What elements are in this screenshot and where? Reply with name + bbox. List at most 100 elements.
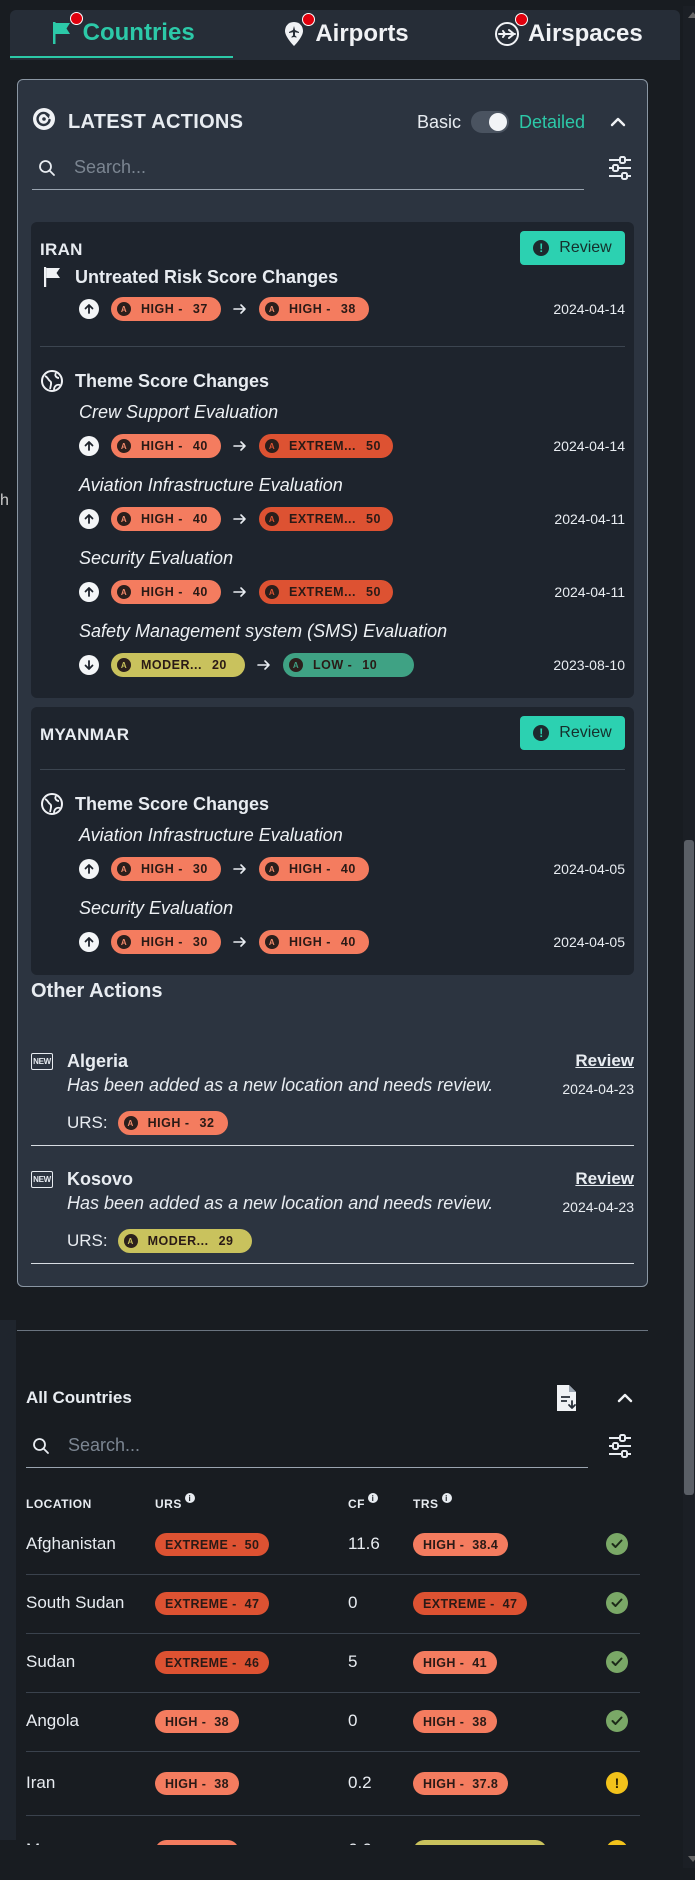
untreated-risk-section-header: Untreated Risk Score Changes xyxy=(41,266,338,288)
all-countries-search-input[interactable] xyxy=(68,1435,548,1456)
table-row[interactable]: Angola HIGH -38 0 HIGH -38 xyxy=(26,1693,640,1752)
latest-actions-search-input[interactable] xyxy=(74,157,554,178)
collapse-latest-actions-button[interactable] xyxy=(603,107,633,137)
row-location: Angola xyxy=(26,1711,79,1730)
a-badge-icon: A xyxy=(123,1234,138,1248)
arrow-right-icon xyxy=(233,863,247,875)
table-row[interactable]: Sudan EXTREME -46 5 HIGH -41 xyxy=(26,1634,640,1693)
review-button[interactable]: ! Review xyxy=(520,231,625,265)
urs-pill: HIGH -38 xyxy=(155,1710,240,1733)
score-change-row: A HIGH -40 A EXTREM... 50 2024-04-14 xyxy=(79,433,625,459)
all-countries-search-row xyxy=(26,1424,636,1468)
arrow-up-icon xyxy=(79,299,99,319)
review-button-label: Review xyxy=(559,724,612,741)
globe-icon xyxy=(41,793,63,815)
score-change-row: A HIGH -30 A HIGH -40 2024-04-05 xyxy=(79,856,625,882)
scrollbar-thumb[interactable] xyxy=(684,840,694,1495)
offscreen-text-fragment: h xyxy=(0,492,9,509)
a-badge-icon: A xyxy=(117,658,131,672)
column-header-location[interactable]: LOCATION xyxy=(26,1497,92,1511)
evaluation-name: Security Evaluation xyxy=(79,898,234,918)
trs-pill: HIGH -38.4 xyxy=(413,1533,509,1556)
scroll-down-arrow-icon[interactable] xyxy=(688,1856,695,1862)
arrow-right-icon xyxy=(233,586,247,598)
a-badge-icon: A xyxy=(289,658,303,672)
review-link[interactable]: Review xyxy=(575,1051,634,1071)
toggle-label-basic[interactable]: Basic xyxy=(417,112,461,133)
risk-level-pill: A MODER... 20 xyxy=(111,653,245,677)
a-badge-icon: A xyxy=(117,585,131,599)
evaluation-name: Safety Management system (SMS) Evaluatio… xyxy=(79,621,448,641)
a-badge-icon: A xyxy=(117,935,131,949)
info-icon[interactable]: i xyxy=(368,1493,378,1503)
info-icon[interactable]: i xyxy=(441,1493,452,1503)
table-row[interactable]: Afghanistan EXTREME -50 11.6 HIGH -38.4 xyxy=(26,1516,640,1575)
collapse-all-countries-button[interactable] xyxy=(610,1383,640,1413)
export-file-button[interactable] xyxy=(552,1383,582,1413)
latest-actions-filter-button[interactable] xyxy=(604,152,636,184)
review-button-label: Review xyxy=(559,239,612,256)
new-badge-icon: NEW xyxy=(31,1053,53,1070)
arrow-right-icon xyxy=(233,440,247,452)
score-change-row: A MODER... 20 A LOW -10 2023-08-10 xyxy=(79,652,625,678)
review-button[interactable]: ! Review xyxy=(520,716,625,750)
review-link[interactable]: Review xyxy=(575,1169,634,1189)
column-header-urs[interactable]: URS i xyxy=(155,1493,195,1511)
check-circle-icon xyxy=(606,1651,628,1673)
risk-level-pill: A HIGH -40 xyxy=(111,580,221,604)
tab-airspaces[interactable]: Airspaces xyxy=(457,10,680,58)
arrow-right-icon xyxy=(257,659,271,671)
change-date: 2024-04-05 xyxy=(553,934,625,950)
scroll-up-arrow-icon[interactable] xyxy=(688,12,695,18)
a-badge-icon: A xyxy=(117,862,131,876)
tab-countries[interactable]: Countries xyxy=(10,10,234,58)
toggle-label-detailed[interactable]: Detailed xyxy=(519,112,585,133)
score-change-row: A HIGH -40 A EXTREM... 50 2024-04-11 xyxy=(79,506,625,532)
trs-pill: HIGH -38 xyxy=(413,1710,498,1733)
warning-circle-icon: ! xyxy=(606,1772,628,1794)
card-country-name: IRAN xyxy=(40,240,83,259)
row-cf: 0 xyxy=(348,1593,358,1612)
all-countries-filter-button[interactable] xyxy=(604,1430,636,1462)
column-header-trs[interactable]: TRS i xyxy=(413,1493,452,1511)
all-countries-header: All Countries xyxy=(26,1380,640,1416)
table-row[interactable]: Iran HIGH -38 0.2 HIGH -37.8 ! xyxy=(26,1752,640,1816)
other-action-location: Kosovo xyxy=(67,1169,134,1189)
notification-dot xyxy=(69,12,83,25)
other-action-date: 2024-04-23 xyxy=(562,1081,634,1097)
urs-label: URS: xyxy=(67,1231,108,1250)
a-badge-icon: A xyxy=(117,302,131,316)
risk-level-pill: A EXTREM... 50 xyxy=(259,507,393,531)
row-location: Afghanistan xyxy=(26,1534,116,1553)
risk-level-pill: A HIGH -40 xyxy=(111,507,221,531)
flag-icon xyxy=(49,12,83,46)
latest-actions-header: LATEST ACTIONS Basic Detailed xyxy=(32,102,633,142)
table-row[interactable]: South Sudan EXTREME -47 0 EXTREME -47 xyxy=(26,1575,640,1634)
arrow-up-icon xyxy=(79,582,99,602)
filter-sliders-icon xyxy=(609,156,631,180)
change-date: 2024-04-14 xyxy=(553,301,625,317)
divider xyxy=(31,1263,634,1264)
chevron-up-icon xyxy=(617,1393,633,1403)
a-badge-icon: A xyxy=(117,439,131,453)
risk-level-pill: A EXTREM... 50 xyxy=(259,580,393,604)
arrow-up-icon xyxy=(79,436,99,456)
history-icon xyxy=(32,107,56,137)
notification-dot xyxy=(302,13,316,26)
info-icon[interactable]: i xyxy=(184,1493,195,1503)
urs-pill: EXTREME -46 xyxy=(155,1651,270,1674)
viewport-bottom-edge xyxy=(0,1845,680,1880)
tab-airports[interactable]: Airports xyxy=(233,10,456,58)
evaluation-name: Security Evaluation xyxy=(79,548,234,568)
column-header-cf[interactable]: CF i xyxy=(348,1493,378,1511)
theme-score-section-header: Theme Score Changes xyxy=(41,793,269,815)
search-icon xyxy=(39,159,55,176)
view-mode-toggle[interactable] xyxy=(470,111,509,133)
section-divider xyxy=(17,1330,648,1331)
row-cf: 0 xyxy=(348,1711,358,1730)
new-badge-icon: NEW xyxy=(31,1171,53,1188)
a-badge-icon: A xyxy=(265,862,279,876)
theme-score-section-header: Theme Score Changes xyxy=(41,370,269,392)
other-action-description: Has been added as a new location and nee… xyxy=(67,1075,494,1095)
country-action-card-iran: IRAN ! Review Untreated Risk Score Chang… xyxy=(31,222,634,698)
